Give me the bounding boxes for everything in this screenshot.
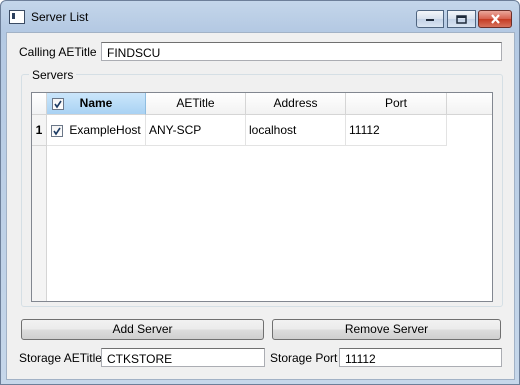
row-number[interactable]: 1: [32, 115, 46, 146]
add-server-button[interactable]: Add Server: [21, 319, 264, 340]
table-corner[interactable]: [32, 93, 47, 115]
column-header-name-label: Name: [79, 96, 113, 110]
server-name: ExampleHost: [69, 123, 141, 137]
window-client-area: Calling AETitle FINDSCU Servers Name AET…: [6, 32, 515, 380]
column-header-port[interactable]: Port: [346, 93, 447, 115]
storage-port-label: Storage Port: [270, 351, 338, 365]
window-title: Server List: [31, 10, 89, 24]
table-cell-name[interactable]: ExampleHost: [47, 115, 146, 146]
minimize-button[interactable]: [416, 10, 444, 28]
storage-aetitle-field[interactable]: CTKSTORE: [101, 348, 265, 367]
column-header-name[interactable]: Name: [47, 93, 146, 115]
table-cell-address[interactable]: localhost: [246, 115, 346, 146]
close-icon: [490, 14, 500, 24]
column-header-address[interactable]: Address: [246, 93, 346, 115]
minimize-icon: [426, 19, 434, 21]
check-icon: [53, 127, 61, 136]
row-enabled-checkbox[interactable]: [51, 124, 63, 137]
calling-aetitle-field[interactable]: FINDSCU: [101, 42, 502, 61]
title-bar[interactable]: Server List: [1, 1, 519, 32]
column-header-aetitle[interactable]: AETitle: [146, 93, 246, 115]
remove-server-button[interactable]: Remove Server: [272, 319, 501, 340]
header-filler: [447, 93, 492, 115]
app-icon: [9, 10, 25, 24]
header-select-all-checkbox[interactable]: [52, 98, 64, 110]
table-cell-port[interactable]: 11112: [346, 115, 447, 146]
table-cell-aetitle[interactable]: ANY-SCP: [146, 115, 246, 146]
close-button[interactable]: [478, 10, 512, 28]
servers-group-label: Servers: [29, 68, 77, 82]
storage-aetitle-label: Storage AETitle: [19, 351, 102, 365]
server-list-window: Server List Calling AETitle FINDSCU Serv…: [0, 0, 520, 385]
maximize-button[interactable]: [447, 10, 476, 28]
storage-port-field[interactable]: 11112: [339, 348, 502, 367]
maximize-icon: [456, 14, 467, 24]
row-header-column: 1: [32, 115, 47, 301]
calling-aetitle-label: Calling AETitle: [19, 45, 97, 59]
check-icon: [54, 100, 62, 109]
servers-table[interactable]: Name AETitle Address Port 1 ExampleHost …: [31, 92, 493, 302]
